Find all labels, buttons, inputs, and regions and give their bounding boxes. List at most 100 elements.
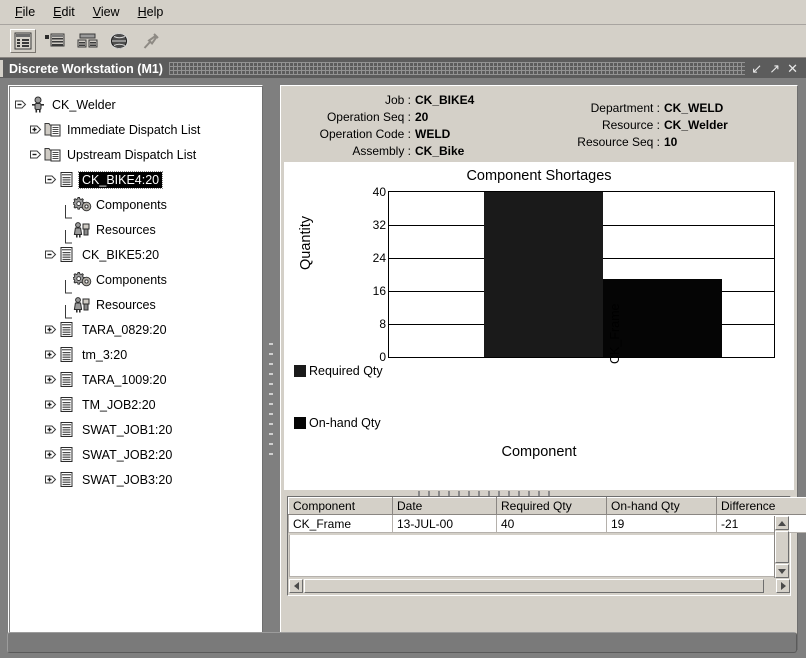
scroll-left-button[interactable] — [289, 579, 303, 593]
horizontal-scroll-thumb[interactable] — [304, 579, 764, 593]
tree-node[interactable]: Components — [13, 267, 262, 293]
tree-node-label[interactable]: CK_Welder — [49, 98, 116, 112]
tree-node-label[interactable]: Resources — [93, 223, 156, 237]
tree-node-label[interactable]: SWAT_JOB3:20 — [79, 473, 172, 487]
tree-node-label[interactable]: CK_BIKE5:20 — [79, 248, 159, 262]
tree-collapse-icon[interactable] — [13, 97, 28, 112]
status-bar — [7, 632, 797, 653]
move-transaction-icon[interactable] — [42, 29, 68, 53]
tree-node[interactable]: Resources — [13, 217, 262, 243]
dispatch-tree: CK_Welder Immediate Dispatch List Upstream… — [9, 86, 262, 492]
header-field-label: Resource Seq : — [577, 135, 660, 149]
tree-node[interactable]: tm_3:20 — [13, 342, 262, 367]
tree-expand-icon[interactable] — [43, 472, 58, 487]
menu-item-view[interactable]: View — [84, 3, 129, 21]
tree-node[interactable]: CK_BIKE5:20 — [13, 242, 262, 267]
tree-node-label[interactable]: SWAT_JOB1:20 — [79, 423, 172, 437]
chart-legend-label: Required Qty — [309, 364, 383, 378]
table-drag-grip[interactable] — [418, 491, 558, 496]
tree-expand-icon[interactable] — [43, 397, 58, 412]
table-column-header[interactable]: Difference — [716, 497, 806, 515]
tree-collapse-icon[interactable] — [28, 147, 43, 162]
tree-node[interactable]: Components — [13, 192, 262, 218]
dispatch-tree-panel[interactable]: CK_Welder Immediate Dispatch List Upstream… — [8, 85, 263, 650]
tree-node[interactable]: TARA_0829:20 — [13, 317, 262, 342]
chart-y-tick: 16 — [372, 284, 386, 298]
tree-node-label[interactable]: TM_JOB2:20 — [79, 398, 156, 412]
internal-window-titlebar[interactable]: Discrete Workstation (M1) ↙ ↗ ✕ — [0, 59, 806, 78]
header-field-value: 10 — [664, 135, 678, 149]
panel-splitter[interactable] — [266, 85, 276, 650]
table-column-header[interactable]: On-hand Qty — [606, 497, 717, 515]
resource-transaction-icon[interactable] — [74, 29, 100, 53]
pin-icon[interactable] — [138, 29, 164, 53]
table-cell[interactable]: -21 — [716, 514, 806, 533]
table-column-header[interactable]: Required Qty — [496, 497, 607, 515]
scroll-up-button[interactable] — [775, 516, 789, 530]
chart-legend-swatch — [294, 417, 306, 429]
tree-node-label[interactable]: Resources — [93, 298, 156, 312]
dispatch-list-icon[interactable] — [10, 29, 36, 53]
table-cell[interactable]: 40 — [496, 514, 607, 533]
scroll-right-button[interactable] — [776, 579, 790, 593]
tree-collapse-icon[interactable] — [43, 172, 58, 187]
menu-item-file[interactable]: File — [6, 3, 44, 21]
table-row[interactable]: CK_Frame 13-JUL-00 40 19 -21 — [288, 514, 806, 533]
tree-collapse-icon[interactable] — [43, 247, 58, 262]
vertical-scroll-thumb[interactable] — [775, 531, 789, 563]
tree-node[interactable]: Upstream Dispatch List — [13, 142, 262, 167]
scroll-down-button[interactable] — [775, 564, 789, 578]
chart-y-tick: 32 — [372, 218, 386, 232]
tree-node[interactable]: CK_BIKE4:20 — [13, 167, 262, 192]
chart-legend-label: On-hand Qty — [309, 416, 381, 430]
header-field: Resource : CK_Welder — [554, 118, 794, 135]
chart-plot-area: 0 8 16 24 32 40 — [373, 185, 775, 364]
header-field-value: WELD — [415, 127, 451, 141]
tree-node[interactable]: SWAT_JOB1:20 — [13, 417, 262, 442]
tree-node-label[interactable]: tm_3:20 — [79, 348, 127, 362]
close-button[interactable]: ✕ — [787, 62, 798, 75]
table-cell[interactable]: 19 — [606, 514, 717, 533]
tree-expand-icon[interactable] — [43, 372, 58, 387]
table-cell[interactable]: CK_Frame — [288, 514, 393, 533]
table-column-header[interactable]: Date — [392, 497, 497, 515]
header-field-label: Operation Code : — [319, 127, 411, 141]
tree-node-label[interactable]: Immediate Dispatch List — [64, 123, 200, 137]
table-vertical-scrollbar[interactable] — [774, 516, 789, 578]
tree-expand-icon[interactable] — [43, 447, 58, 462]
tree-node[interactable]: SWAT_JOB3:20 — [13, 467, 262, 492]
menu-item-help[interactable]: Help — [129, 3, 173, 21]
tree-node[interactable]: Immediate Dispatch List — [13, 117, 262, 142]
tree-node[interactable]: CK_Welder — [13, 92, 262, 117]
tree-node-label[interactable]: Upstream Dispatch List — [64, 148, 196, 162]
document-icon — [59, 171, 77, 188]
tree-node[interactable]: TARA_1009:20 — [13, 367, 262, 392]
table-column-header[interactable]: Component — [288, 497, 393, 515]
person-icon — [29, 96, 47, 113]
resources-icon — [73, 221, 91, 238]
tree-node-label[interactable]: CK_BIKE4:20 — [77, 170, 164, 189]
menu-item-edit[interactable]: Edit — [44, 3, 84, 21]
shortages-table[interactable]: Component Date Required Qty On-hand Qty Diff… — [288, 497, 806, 533]
tree-expand-icon[interactable] — [43, 347, 58, 362]
chart-y-tick: 24 — [372, 251, 386, 265]
job-header-left-column: Job : CK_BIKE4 Operation Seq :20 Operation … — [284, 93, 544, 161]
maximize-button[interactable]: ↗ — [769, 62, 780, 75]
minimize-button[interactable]: ↙ — [751, 62, 762, 75]
document-icon — [59, 421, 77, 438]
tree-node-label[interactable]: Components — [93, 198, 167, 212]
tree-node[interactable]: TM_JOB2:20 — [13, 392, 262, 417]
header-field: Job : CK_BIKE4 — [284, 93, 544, 110]
tree-expand-icon[interactable] — [28, 122, 43, 137]
tree-expand-icon[interactable] — [43, 422, 58, 437]
tree-node[interactable]: Resources — [13, 292, 262, 318]
tree-node-label[interactable]: Components — [93, 273, 167, 287]
tree-node-label[interactable]: TARA_0829:20 — [79, 323, 167, 337]
globe-icon[interactable] — [106, 29, 132, 53]
tree-expand-icon[interactable] — [43, 322, 58, 337]
table-horizontal-scrollbar[interactable] — [289, 579, 790, 594]
tree-node[interactable]: SWAT_JOB2:20 — [13, 442, 262, 467]
tree-node-label[interactable]: TARA_1009:20 — [79, 373, 167, 387]
tree-node-label[interactable]: SWAT_JOB2:20 — [79, 448, 172, 462]
table-cell[interactable]: 13-JUL-00 — [392, 514, 497, 533]
